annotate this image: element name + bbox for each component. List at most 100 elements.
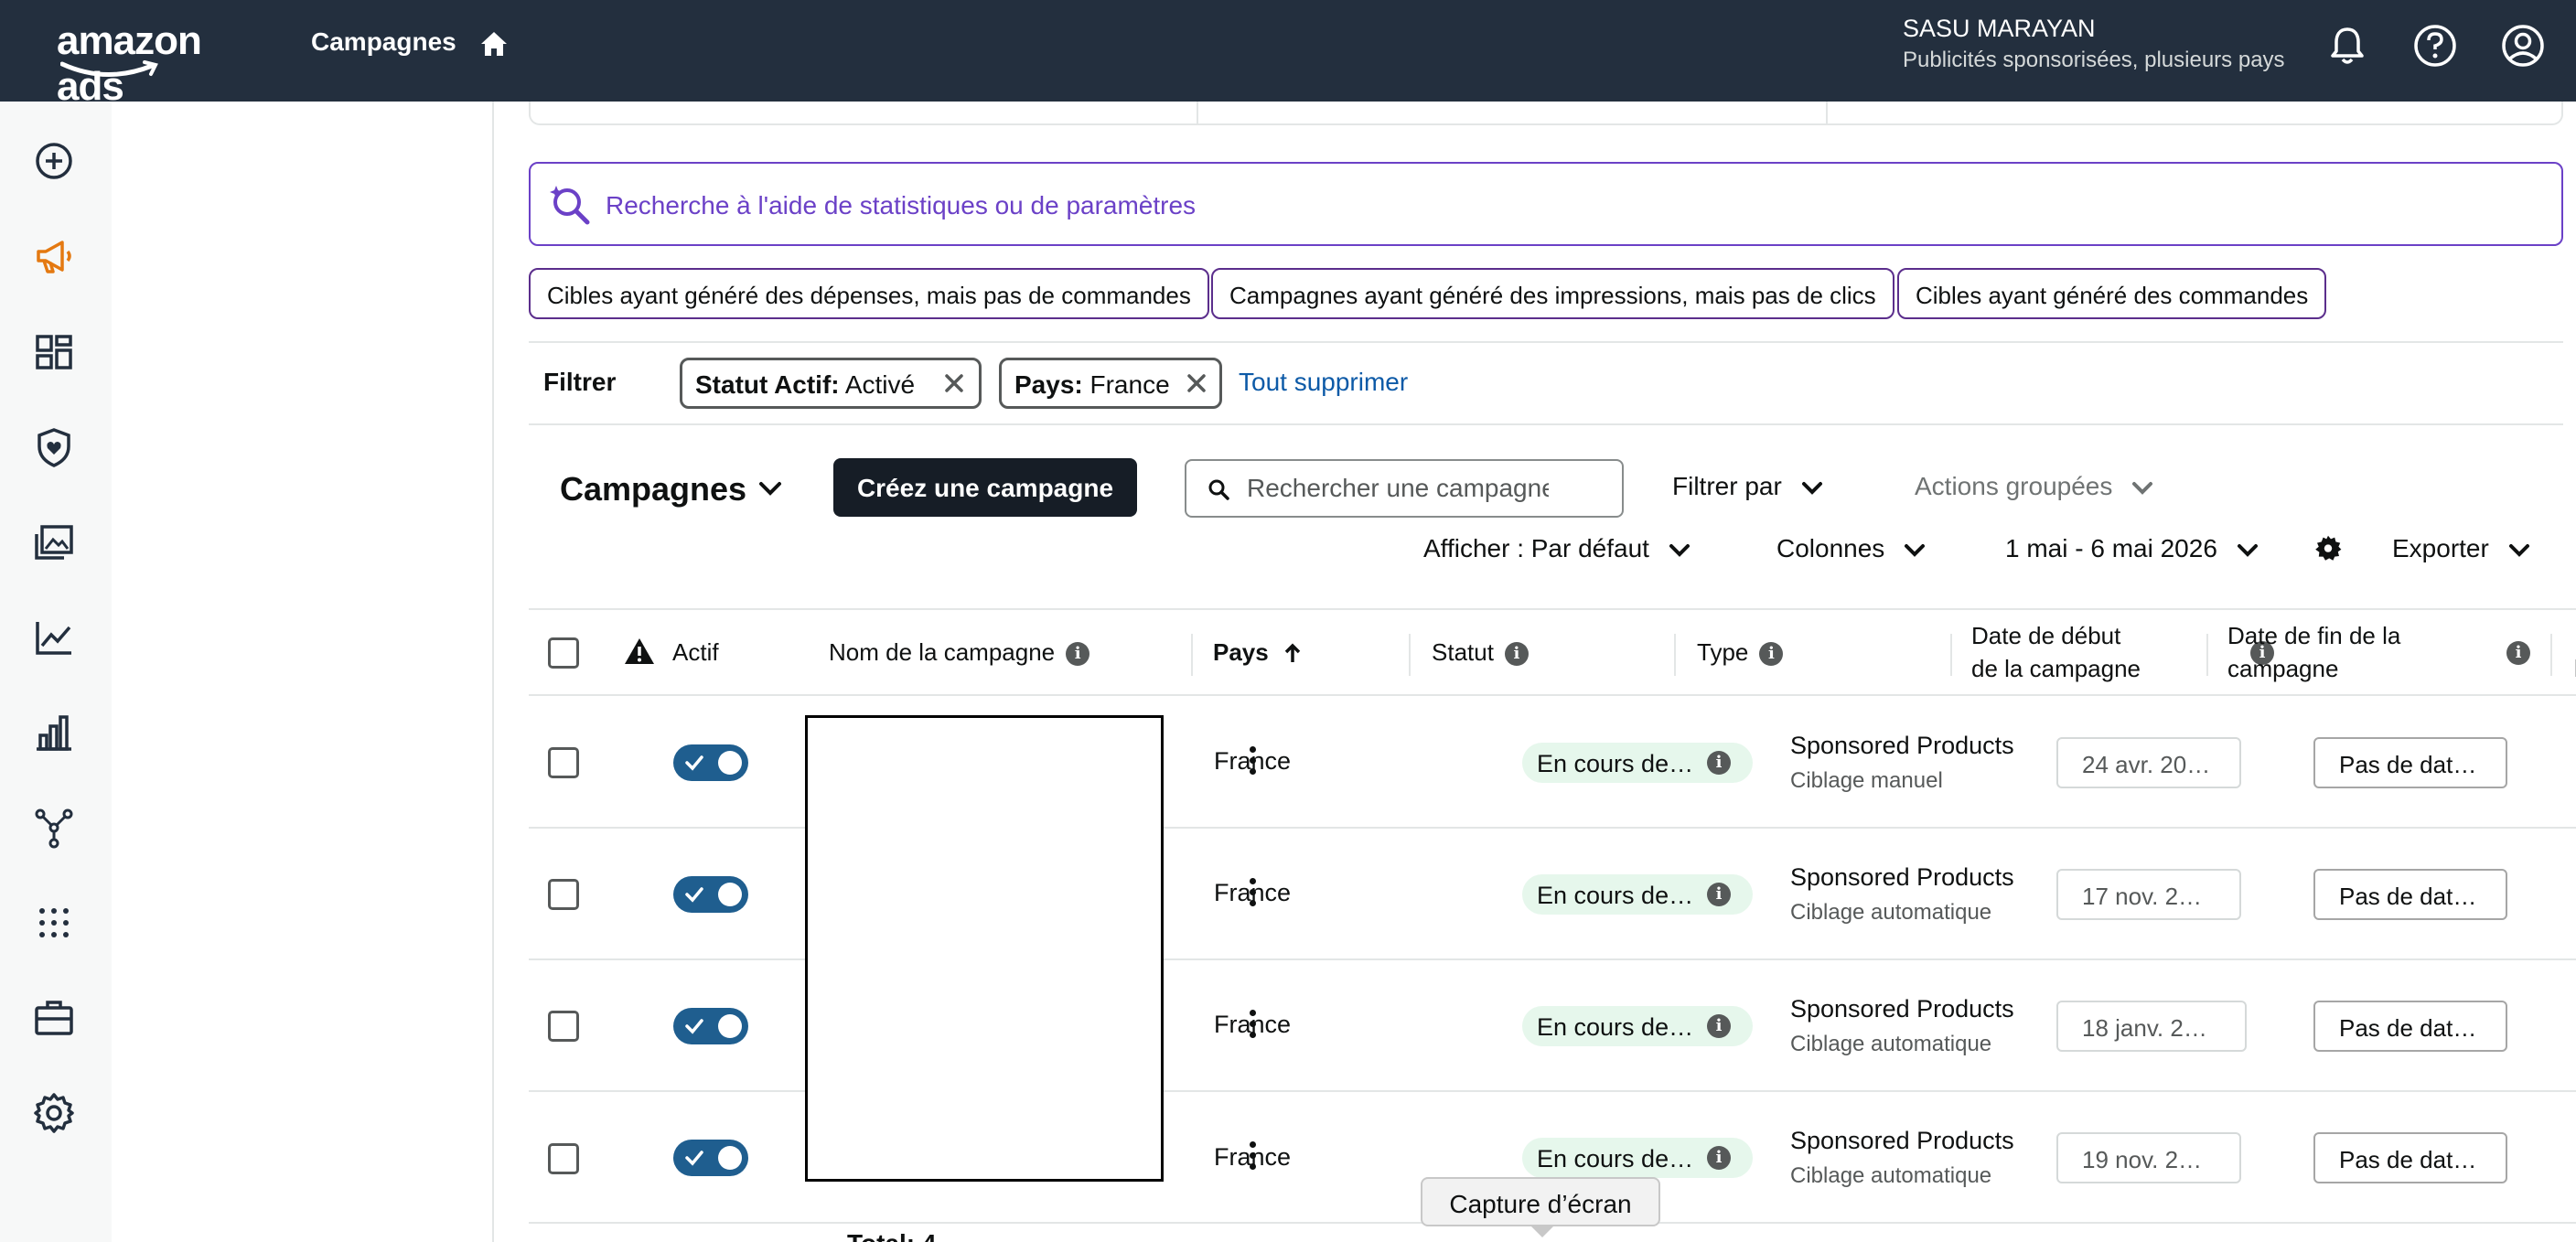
bell-icon[interactable] (2322, 20, 2373, 71)
view-dropdown[interactable]: Afficher : Par défaut (1423, 534, 1691, 563)
check-icon (685, 887, 703, 903)
view-label: Afficher : Par défaut (1423, 534, 1649, 562)
active-toggle[interactable] (673, 744, 748, 781)
info-icon[interactable]: i (1707, 1146, 1731, 1170)
dashboard-icon[interactable] (31, 329, 77, 375)
suggestion-chip[interactable]: Cibles ayant généré des commandes (1897, 268, 2327, 319)
home-icon[interactable] (476, 26, 512, 62)
info-icon[interactable]: i (1707, 883, 1731, 906)
row-checkbox[interactable] (548, 1011, 579, 1042)
chevron-down-icon[interactable] (757, 480, 783, 498)
shield-heart-icon[interactable] (31, 424, 77, 470)
settings-gear-icon[interactable] (2314, 534, 2342, 562)
targeting-cell: Ciblage manuel (1790, 768, 1943, 793)
column-resize-handle[interactable] (1409, 634, 1411, 676)
start-date-field[interactable]: 24 avr. 20… (2056, 737, 2241, 788)
end-date-field[interactable]: Pas de dat… (2313, 869, 2507, 920)
chevron-down-icon (2132, 481, 2153, 495)
trend-chart-icon[interactable] (31, 615, 77, 660)
close-icon[interactable] (942, 371, 966, 395)
images-icon[interactable] (31, 519, 77, 565)
start-date-field[interactable]: 19 nov. 2… (2056, 1132, 2241, 1183)
briefcase-icon[interactable] (31, 995, 77, 1041)
end-date-field[interactable]: Pas de dat… (2313, 737, 2507, 788)
active-toggle[interactable] (673, 1008, 748, 1044)
row-checkbox[interactable] (548, 879, 579, 910)
filter-label: Filtrer (543, 368, 617, 396)
info-icon[interactable]: i (1759, 642, 1784, 667)
user-account-icon[interactable] (2497, 20, 2549, 71)
account-subtitle[interactable]: Publicités sponsorisées, plusieurs pays (1903, 48, 2285, 73)
apps-grid-icon[interactable] (31, 900, 77, 946)
row-checkbox[interactable] (548, 747, 579, 778)
left-navigation-rail (0, 102, 112, 1242)
screenshot-tooltip: Capture d’écran (1421, 1177, 1660, 1226)
column-resize-handle[interactable] (1674, 634, 1676, 676)
close-icon[interactable] (1185, 371, 1208, 395)
help-icon[interactable] (2410, 20, 2461, 71)
check-icon (685, 1019, 703, 1034)
status-badge: En cours de… i (1522, 743, 1753, 783)
column-header-type[interactable]: Type i (1697, 636, 1784, 669)
amazon-ads-logo[interactable]: amazon ads (57, 18, 276, 109)
start-date-field[interactable]: 17 nov. 2… (2056, 869, 2241, 920)
network-icon[interactable] (31, 805, 77, 851)
account-name[interactable]: SASU MARAYAN (1903, 15, 2096, 43)
country-cell: France (1214, 879, 1292, 906)
bulk-actions-dropdown[interactable]: Actions groupées (1915, 472, 2154, 501)
end-date-field[interactable]: Pas de dat… (2313, 1132, 2507, 1183)
column-header-active[interactable]: Actif (672, 636, 719, 669)
chevron-down-icon (1801, 481, 1822, 495)
active-toggle[interactable] (673, 1140, 748, 1176)
date-range-label: 1 mai - 6 mai 2026 (2005, 534, 2217, 562)
filter-by-dropdown[interactable]: Filtrer par (1672, 472, 1824, 501)
info-icon[interactable]: i (2506, 641, 2530, 665)
column-resize-handle[interactable] (1950, 634, 1952, 676)
info-icon[interactable]: i (1066, 642, 1090, 667)
column-header-name[interactable]: Nom de la campagne i (829, 636, 1090, 669)
country-cell: France (1214, 1143, 1292, 1171)
suggestion-chip[interactable]: Cibles ayant généré des dépenses, mais p… (529, 268, 1209, 319)
filter-by-label: Filtrer par (1672, 472, 1782, 500)
campaigns-title[interactable]: Campagnes (560, 470, 746, 509)
filter-tag-country[interactable]: Pays: France (999, 358, 1222, 409)
column-header-start-line2: de la campagne (1971, 655, 2141, 682)
column-header-country[interactable]: Pays (1213, 636, 1303, 669)
chevron-down-icon (2237, 543, 2258, 557)
plus-circle-icon[interactable] (31, 138, 77, 184)
clear-all-filters-link[interactable]: Tout supprimer (1239, 368, 1408, 397)
logo-smile-icon (60, 60, 158, 78)
chevron-down-icon (1905, 543, 1926, 557)
date-range-dropdown[interactable]: 1 mai - 6 mai 2026 (2005, 534, 2259, 563)
insights-search-placeholder: Recherche à l'aide de statistiques ou de… (606, 191, 1197, 219)
bar-chart-icon[interactable] (31, 710, 77, 755)
type-cell: Sponsored Products (1790, 732, 2014, 759)
gear-icon[interactable] (31, 1090, 77, 1136)
column-header-status[interactable]: Statut i (1432, 636, 1529, 669)
info-icon[interactable]: i (1707, 1014, 1731, 1038)
column-header-type-label: Type (1697, 638, 1749, 666)
end-date-field[interactable]: Pas de dat… (2313, 1001, 2507, 1052)
campaign-search-field[interactable] (1185, 459, 1624, 518)
megaphone-icon[interactable] (31, 233, 77, 279)
export-dropdown[interactable]: Exporter (2392, 534, 2531, 563)
column-resize-handle[interactable] (2206, 634, 2208, 676)
create-campaign-button[interactable]: Créez une campagne (833, 458, 1137, 517)
start-date-field[interactable]: 18 janv. 2… (2056, 1001, 2247, 1052)
suggestion-chip[interactable]: Campagnes ayant généré des impressions, … (1211, 268, 1894, 319)
filter-tag-key: Statut Actif: (695, 370, 840, 399)
divider (1826, 102, 1828, 123)
active-toggle[interactable] (673, 876, 748, 913)
column-header-end-date[interactable]: Date de fin de la campagne (2227, 619, 2400, 685)
info-icon[interactable]: i (1504, 642, 1529, 667)
column-header-start-date[interactable]: Date de début de la campagne (1971, 619, 2141, 685)
select-all-checkbox[interactable] (548, 637, 579, 669)
filter-tag-status[interactable]: Statut Actif: Activé (680, 358, 982, 409)
campaign-search-input[interactable] (1247, 472, 1549, 505)
row-checkbox[interactable] (548, 1143, 579, 1174)
insights-search-input[interactable]: Recherche à l'aide de statistiques ou de… (529, 162, 2563, 246)
column-resize-handle[interactable] (1191, 634, 1193, 676)
columns-dropdown[interactable]: Colonnes (1776, 534, 1927, 563)
column-resize-handle[interactable] (2550, 634, 2552, 676)
info-icon[interactable]: i (1707, 751, 1731, 775)
